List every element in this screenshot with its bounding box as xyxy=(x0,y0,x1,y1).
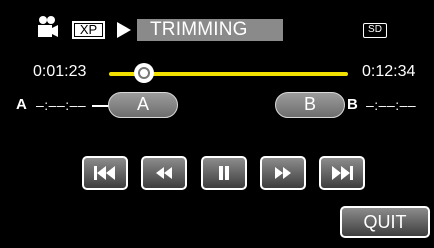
b-marker-label: B xyxy=(347,96,358,113)
pause-button[interactable] xyxy=(201,156,247,190)
skip-to-end-icon xyxy=(332,166,353,180)
mode-title: TRIMMING xyxy=(150,19,248,40)
set-b-button[interactable]: B xyxy=(275,92,345,118)
quit-button[interactable]: QUIT xyxy=(340,206,430,238)
a-marker-time: –:––:–– xyxy=(36,97,87,113)
trimming-screen: XP TRIMMING SD 0:01:23 0:12:34 A –:––:––… xyxy=(0,0,434,248)
rewind-icon xyxy=(156,167,172,179)
quality-badge: XP xyxy=(72,21,105,39)
current-time: 0:01:23 xyxy=(33,63,87,80)
skip-back-button[interactable] xyxy=(82,156,128,190)
pause-icon xyxy=(219,166,229,180)
video-camera-icon xyxy=(38,16,58,37)
a-marker-label: A xyxy=(16,96,27,113)
set-a-button[interactable]: A xyxy=(108,92,178,118)
b-marker-time: –:––:–– xyxy=(366,97,417,113)
skip-forward-button[interactable] xyxy=(319,156,365,190)
total-time: 0:12:34 xyxy=(362,63,416,80)
fast-forward-icon xyxy=(275,167,291,179)
progress-slider-knob[interactable] xyxy=(134,63,154,83)
skip-to-start-icon xyxy=(94,166,115,180)
rewind-button[interactable] xyxy=(141,156,187,190)
fast-forward-button[interactable] xyxy=(260,156,306,190)
play-icon xyxy=(117,22,131,38)
sd-card-icon: SD xyxy=(363,23,387,38)
